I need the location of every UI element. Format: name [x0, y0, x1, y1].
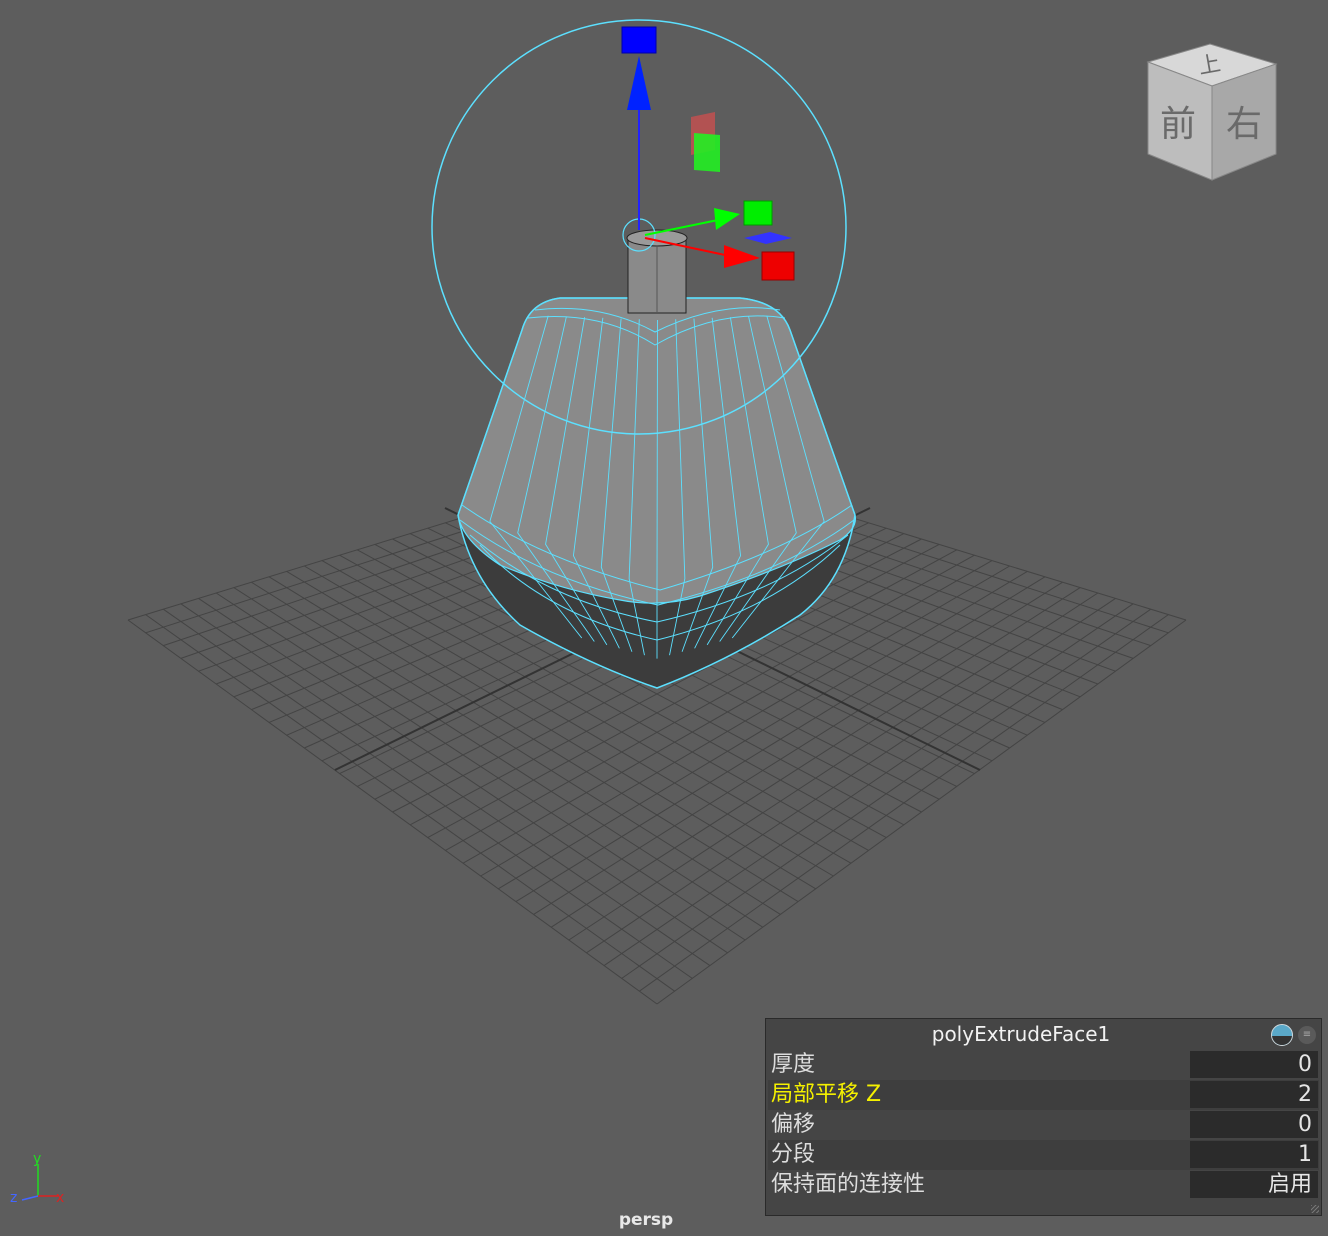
attr-row-keep-faces-together[interactable]: 保持面的连接性 启用	[768, 1170, 1319, 1200]
grid-line	[656, 619, 1187, 1005]
camera-label: persp	[618, 1210, 674, 1230]
attr-label: 保持面的连接性	[771, 1172, 926, 1197]
attr-label: 分段	[771, 1142, 816, 1167]
options-menu-icon[interactable]: ≡	[1298, 1026, 1316, 1044]
axis-z-label: z	[10, 1190, 17, 1206]
green-axis-scale-handle[interactable]	[743, 200, 773, 226]
in-view-editor[interactable]: polyExtrudeFace1 ≡ 厚度 0 局部平移 Z 2 偏移 0 分段…	[765, 1018, 1322, 1216]
attr-value-field[interactable]: 1	[1190, 1141, 1318, 1168]
attr-row-divisions[interactable]: 分段 1	[768, 1140, 1319, 1170]
attr-label: 厚度	[771, 1052, 816, 1077]
attr-value-field[interactable]: 0	[1190, 1111, 1318, 1138]
attr-row-offset[interactable]: 偏移 0	[768, 1110, 1319, 1140]
green-axis-arrow[interactable]	[714, 208, 740, 230]
axis-y-label: y	[33, 1151, 41, 1167]
resize-grip[interactable]	[1311, 1205, 1319, 1213]
red-axis-arrow[interactable]	[724, 245, 760, 268]
grid-line	[639, 614, 1169, 992]
attr-row-local-translate-z[interactable]: 局部平移 Z 2	[768, 1080, 1319, 1110]
axis-triad: y x z	[10, 1151, 64, 1206]
view-cube[interactable]: 上 前 右	[1140, 42, 1280, 184]
view-cube-top-label: 上	[1197, 51, 1223, 79]
red-axis-scale-handle[interactable]	[761, 251, 795, 281]
attr-label: 偏移	[771, 1112, 816, 1137]
attr-value-field[interactable]: 2	[1190, 1081, 1318, 1108]
attr-value-field[interactable]: 启用	[1190, 1171, 1318, 1198]
node-type-icon[interactable]	[1271, 1024, 1293, 1046]
view-cube-right-label: 右	[1226, 104, 1262, 145]
attr-label: 局部平移 Z	[771, 1082, 882, 1107]
blue-plane-handle[interactable]	[744, 232, 792, 244]
node-title: polyExtrudeFace1	[931, 1022, 1111, 1046]
mesh-object[interactable]	[457, 229, 857, 689]
attr-row-thickness[interactable]: 厚度 0	[768, 1050, 1319, 1080]
blue-axis-scale-handle[interactable]	[621, 26, 657, 54]
view-cube-front-label: 前	[1160, 104, 1196, 145]
axis-x-label: x	[56, 1190, 64, 1206]
attr-value-field[interactable]: 0	[1190, 1051, 1318, 1078]
green-plane-handle[interactable]	[694, 133, 720, 172]
blue-axis-arrow[interactable]	[627, 56, 651, 110]
mesh-iso-line	[656, 319, 658, 659]
